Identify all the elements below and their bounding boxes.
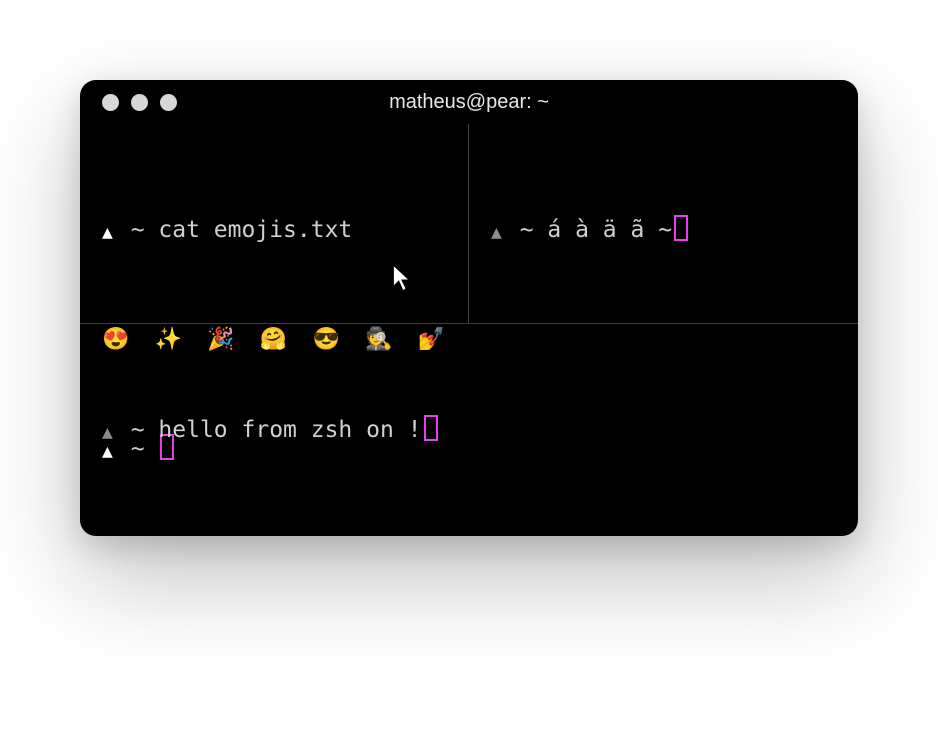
- input-text-before: hello from zsh on: [158, 417, 407, 443]
- text-cursor: [424, 415, 438, 441]
- input-text: á à ä ã ~: [547, 217, 672, 243]
- traffic-lights: [102, 94, 177, 111]
- prompt-dir: ~: [520, 217, 534, 243]
- prompt-arrow-icon: ▲: [102, 219, 113, 248]
- prompt-dir: ~: [131, 417, 145, 443]
- terminal-line: ▲ ~ á à ä ã ~: [491, 212, 836, 249]
- pane-bottom[interactable]: ▲ ~ hello from zsh on !: [80, 324, 858, 536]
- terminal-line: ▲ ~ hello from zsh on !: [102, 412, 836, 449]
- zoom-icon[interactable]: [160, 94, 177, 111]
- prompt-dir: ~: [131, 217, 145, 243]
- input-text-after: !: [408, 417, 422, 443]
- mouse-pointer-icon: [392, 264, 414, 294]
- text-cursor: [674, 215, 688, 241]
- command-text: cat emojis.txt: [158, 217, 352, 243]
- pane-top-right[interactable]: ▲ ~ á à ä ã ~: [469, 124, 858, 324]
- window-titlebar[interactable]: matheus@pear: ~: [80, 80, 858, 124]
- terminal-line: ▲ ~ cat emojis.txt: [102, 212, 446, 249]
- window-title: matheus@pear: ~: [389, 91, 549, 114]
- terminal-panes: ▲ ~ cat emojis.txt 😍 ✨ 🎉 🤗 😎 🕵️ 💅 ▲ ~ ▲ …: [80, 124, 858, 536]
- terminal-window: matheus@pear: ~ ▲ ~ cat emojis.txt 😍 ✨ 🎉…: [80, 80, 858, 536]
- pane-top-left[interactable]: ▲ ~ cat emojis.txt 😍 ✨ 🎉 🤗 😎 🕵️ 💅 ▲ ~: [80, 124, 469, 324]
- close-icon[interactable]: [102, 94, 119, 111]
- prompt-arrow-icon: ▲: [491, 219, 502, 248]
- minimize-icon[interactable]: [131, 94, 148, 111]
- prompt-arrow-icon: ▲: [102, 419, 113, 448]
